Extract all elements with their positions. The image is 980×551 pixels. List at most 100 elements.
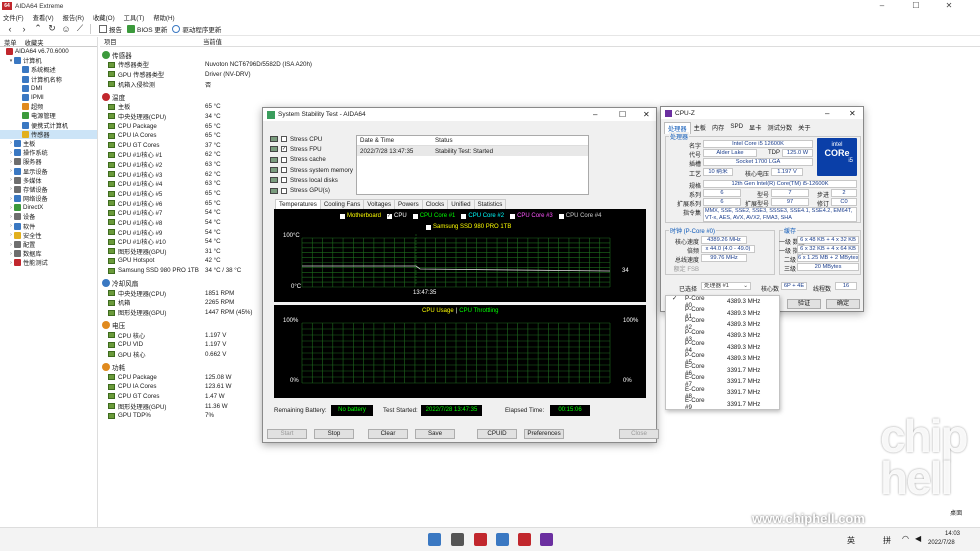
checkbox[interactable] xyxy=(281,156,287,163)
minimize-button[interactable]: – xyxy=(868,0,896,12)
explorer-icon[interactable] xyxy=(451,533,464,546)
cpuz-close-button[interactable]: ✕ xyxy=(849,109,856,118)
stability-stop-button[interactable]: Stop xyxy=(314,429,354,439)
checkbox[interactable]: ✓ xyxy=(281,146,287,153)
stress-option[interactable]: Stress GPU(s) xyxy=(270,185,353,195)
windows-start-icon[interactable] xyxy=(428,533,441,546)
chart-icon[interactable]: ⟋ xyxy=(73,23,87,34)
tree-item[interactable]: 超频 xyxy=(0,102,97,111)
sensor-row[interactable]: 机箱入侵检测 否 xyxy=(100,79,980,89)
tab-menu[interactable]: 菜单 xyxy=(0,37,21,47)
ok-button[interactable]: 确定 xyxy=(826,299,860,309)
stability-preferences-button[interactable]: Preferences xyxy=(524,429,564,439)
menu-item[interactable]: 查看(V) xyxy=(33,13,54,22)
cpuz-tab[interactable]: 测试分数 xyxy=(764,122,795,134)
checkbox[interactable] xyxy=(281,167,287,174)
clock-time[interactable]: 14:03 xyxy=(945,531,960,537)
checkbox[interactable] xyxy=(281,187,287,194)
back-icon[interactable]: ‹ xyxy=(3,24,17,34)
column-value[interactable]: 当前值 xyxy=(203,37,222,46)
stability-close-button[interactable]: Close xyxy=(619,429,659,439)
tree-item[interactable]: 电源管理 xyxy=(0,111,97,120)
tree-item[interactable]: › 操作系统 xyxy=(0,148,97,157)
stability-clear-button[interactable]: Clear xyxy=(368,429,408,439)
cpuz-minimize-button[interactable]: – xyxy=(825,109,829,118)
tab-favorites[interactable]: 收藏夹 xyxy=(21,37,48,47)
graph-tab[interactable]: Temperatures xyxy=(275,199,321,209)
tree-item[interactable]: DMI xyxy=(0,84,97,93)
stress-option[interactable]: Stress CPU xyxy=(270,134,353,144)
stress-option[interactable]: Stress cache xyxy=(270,155,353,165)
tree-item[interactable]: IPMI xyxy=(0,93,97,102)
tree-item[interactable]: › DirectX xyxy=(0,203,97,212)
up-icon[interactable]: ⌃ xyxy=(31,23,45,34)
stability-minimize-button[interactable]: – xyxy=(593,110,597,119)
refresh-icon[interactable]: ↻ xyxy=(45,23,59,34)
tree-item[interactable]: › 显示设备 xyxy=(0,166,97,176)
tree-item[interactable]: 便携式计算机 xyxy=(0,121,97,130)
graph-tab[interactable]: Clocks xyxy=(421,199,449,209)
wifi-icon[interactable]: ◠ xyxy=(902,534,909,543)
cpuz-tab[interactable]: 显卡 xyxy=(746,122,764,134)
report-button[interactable]: 报告 xyxy=(99,24,122,34)
lang-indicator[interactable]: 英 xyxy=(847,535,855,546)
cpuz-tab[interactable]: 内存 xyxy=(709,122,727,134)
menu-item[interactable]: 帮助(H) xyxy=(153,13,174,22)
tree-item[interactable]: 传感器 xyxy=(0,129,97,139)
sensor-row[interactable]: GPU 传感器类型 Driver (NV-DRV) xyxy=(100,70,980,80)
tree-item[interactable]: › 配置 xyxy=(0,240,97,249)
graph-tab[interactable]: Voltages xyxy=(363,199,396,209)
stability-close-button[interactable]: ✕ xyxy=(643,110,650,119)
validate-button[interactable]: 验证 xyxy=(787,299,821,309)
tree-item[interactable]: › 性能测试 xyxy=(0,258,97,267)
graph-tab[interactable]: Powers xyxy=(394,199,423,209)
stability-save-button[interactable]: Save xyxy=(415,429,455,439)
column-item[interactable]: 项目 xyxy=(100,37,203,46)
tree-item[interactable]: ▾ 计算机 xyxy=(0,56,97,65)
stress-option[interactable]: ✓ Stress FPU xyxy=(270,144,353,154)
tree-item[interactable]: 计算机名称 xyxy=(0,75,97,84)
checkbox[interactable] xyxy=(281,177,287,184)
processor-select[interactable]: 处理器 #1 ⌄ xyxy=(701,282,751,290)
menu-item[interactable]: 文件(F) xyxy=(3,13,24,22)
tree-item[interactable]: › 数据库 xyxy=(0,249,97,258)
menu-item[interactable]: 报告(R) xyxy=(63,13,84,22)
bios-update-button[interactable]: BIOS 更新 xyxy=(127,24,167,34)
stability-cpuid-button[interactable]: CPUID xyxy=(477,429,517,439)
tree-item[interactable]: › 主板 xyxy=(0,139,97,148)
stress-option[interactable]: Stress local disks xyxy=(270,175,353,185)
tree-item[interactable]: › 网络设备 xyxy=(0,194,97,203)
cpuz-taskbar-icon[interactable] xyxy=(540,533,553,546)
graph-tab[interactable]: Unified xyxy=(447,199,475,209)
cpuz-tab[interactable]: 主板 xyxy=(691,122,709,134)
core-option[interactable]: E-Core #9 3391.7 MHz xyxy=(666,397,779,411)
volume-icon[interactable]: ◀ xyxy=(915,534,921,543)
menu-item[interactable]: 收藏(O) xyxy=(93,13,115,22)
tree-item[interactable]: › 服务器 xyxy=(0,157,97,166)
graph-tab[interactable]: Statistics xyxy=(473,199,507,209)
driver-update-button[interactable]: 驱动程序更新 xyxy=(172,24,221,34)
clock-date[interactable]: 2022/7/28 xyxy=(928,540,955,546)
tree-item[interactable]: › 软件 xyxy=(0,222,97,231)
forward-icon[interactable]: › xyxy=(17,24,31,34)
stress-option[interactable]: Stress system memory xyxy=(270,165,353,175)
tree-item[interactable]: › 安全性 xyxy=(0,231,97,240)
maximize-button[interactable]: ☐ xyxy=(902,0,930,12)
graph-tab[interactable]: Cooling Fans xyxy=(319,199,365,209)
tree-item[interactable]: › 多媒体 xyxy=(0,176,97,185)
checkbox[interactable] xyxy=(281,136,287,143)
ime-indicator[interactable]: 拼 xyxy=(883,535,891,546)
cpuz-tab[interactable]: 关于 xyxy=(795,122,813,134)
tree-item[interactable]: › 设备 xyxy=(0,212,97,221)
user-icon[interactable]: ☺ xyxy=(59,24,73,34)
menu-item[interactable]: 工具(T) xyxy=(124,13,145,22)
tree-item[interactable]: 系统概述 xyxy=(0,65,97,74)
app-icon-2[interactable] xyxy=(496,533,509,546)
stability-maximize-button[interactable]: ☐ xyxy=(619,110,626,119)
close-button[interactable]: ✕ xyxy=(935,0,963,12)
tree-item[interactable]: AIDA64 v6.70.6000 xyxy=(0,47,97,56)
tree-item[interactable]: › 存储设备 xyxy=(0,185,97,194)
stability-start-button[interactable]: Start xyxy=(267,429,307,439)
sensor-row[interactable]: 传感器类型 Nuvoton NCT6796D/5582D (ISA A20h) xyxy=(100,60,980,70)
cpuz-tab[interactable]: SPD xyxy=(727,122,746,134)
